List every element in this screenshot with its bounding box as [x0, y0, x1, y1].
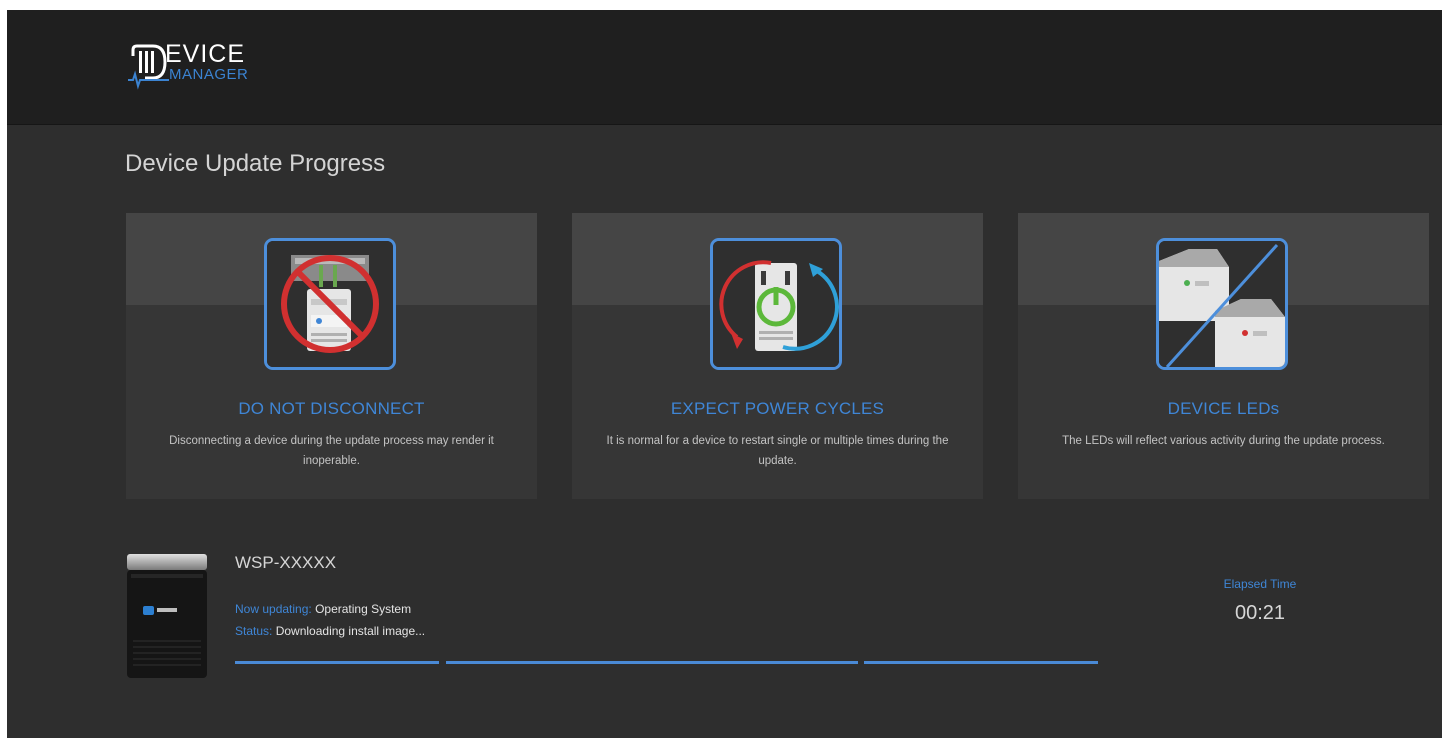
- status-value: Downloading install image...: [275, 624, 426, 638]
- card-title: DO NOT DISCONNECT: [238, 399, 425, 418]
- obd-device-icon: [127, 554, 207, 678]
- progress-segment-2: [446, 661, 858, 664]
- device-leds-icon: [1159, 241, 1285, 367]
- status-line: Status: Downloading install image...: [235, 624, 425, 638]
- icon-frame: [1156, 238, 1288, 370]
- logo-subtitle: MANAGER: [169, 66, 249, 83]
- elapsed-time-value: 00:21: [1234, 602, 1286, 624]
- device-manager-logo: EVICE MANAGER: [125, 40, 325, 90]
- card-expect-power-cycles: EXPECT POWER CYCLES It is normal for a d…: [572, 213, 983, 499]
- now-updating-value: Operating System: [315, 602, 412, 616]
- logo-word: EVICE: [165, 40, 246, 68]
- card-description: Disconnecting a device during the update…: [169, 435, 494, 467]
- device-image: [125, 550, 209, 680]
- icon-frame: [264, 238, 396, 370]
- status-label: Status:: [235, 624, 273, 638]
- device-name: WSP-XXXXX: [235, 553, 337, 572]
- card-do-not-disconnect: DO NOT DISCONNECT Disconnecting a device…: [126, 213, 537, 499]
- progress-segment-1: [235, 661, 439, 664]
- icon-frame: [710, 238, 842, 370]
- card-title: DEVICE LEDs: [1167, 399, 1280, 418]
- power-cycle-icon: [713, 241, 839, 367]
- page-title: Device Update Progress: [125, 150, 386, 177]
- now-updating-line: Now updating: Operating System: [235, 602, 411, 616]
- top-bar: EVICE MANAGER: [7, 10, 1442, 125]
- card-description: The LEDs will reflect various activity d…: [1062, 435, 1385, 447]
- card-description: It is normal for a device to restart sin…: [606, 435, 949, 467]
- card-device-leds: DEVICE LEDs The LEDs will reflect variou…: [1018, 213, 1429, 499]
- device-manager-app: EVICE MANAGER Device Update Progress DO …: [7, 10, 1442, 738]
- card-title: EXPECT POWER CYCLES: [670, 399, 885, 418]
- elapsed-time-label: Elapsed Time: [1223, 577, 1297, 591]
- no-disconnect-icon: [267, 241, 393, 367]
- progress-segment-3: [864, 661, 1098, 664]
- now-updating-label: Now updating:: [235, 602, 312, 616]
